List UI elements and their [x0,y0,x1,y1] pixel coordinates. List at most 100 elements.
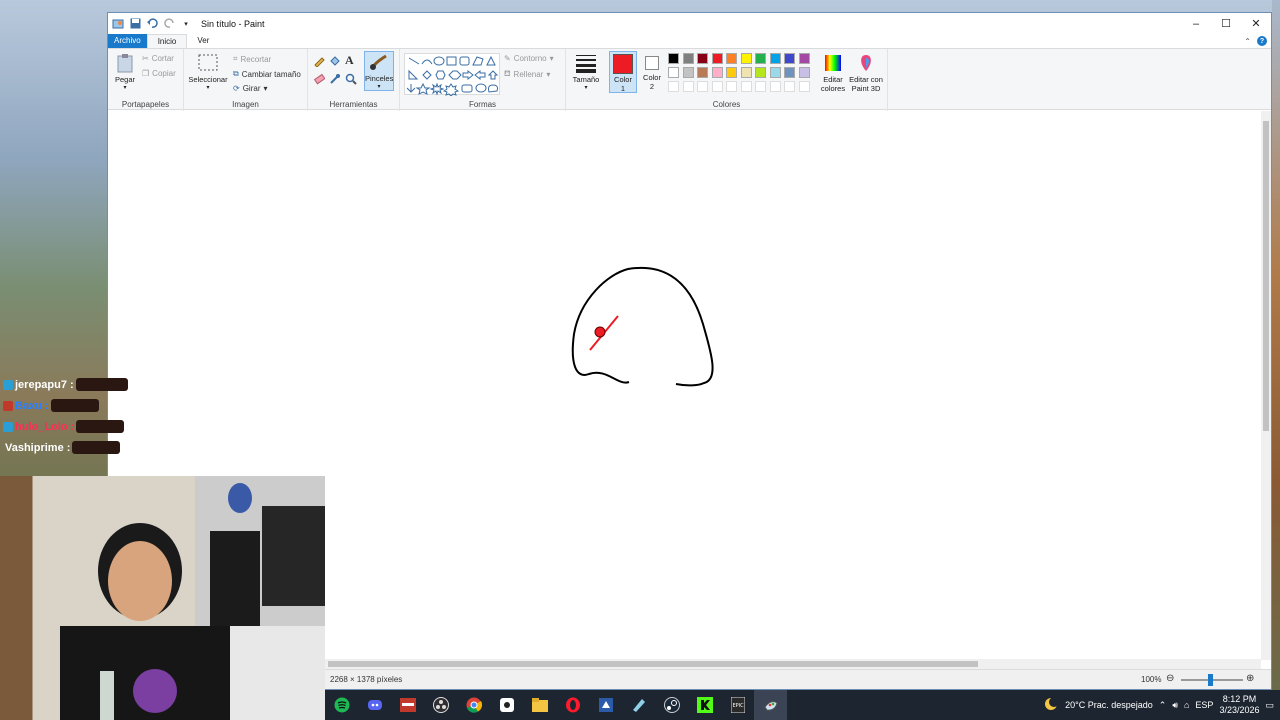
notifications-icon[interactable]: ▭ [1265,700,1274,711]
chrome-icon[interactable] [457,690,490,720]
color2-button[interactable]: Color 2 [640,51,664,93]
pencil-icon[interactable] [313,55,325,67]
rotate-button[interactable]: ⟳ Girar ▾ [233,84,268,93]
vertical-scroll-thumb[interactable] [1263,121,1269,431]
color1-swatch [613,54,633,74]
volume-icon[interactable]: 🔊︎ [1172,700,1178,711]
network-icon[interactable]: ⌂ [1184,700,1189,710]
language-indicator[interactable]: ESP [1195,700,1213,710]
palette-swatch[interactable] [726,53,737,64]
file-menu[interactable]: Archivo [108,34,147,48]
horizontal-scroll-thumb[interactable] [328,661,978,667]
palette-swatch[interactable] [740,67,752,78]
paint-taskbar-icon[interactable] [754,690,787,720]
discord-icon[interactable] [358,690,391,720]
edit-with-paint3d-button[interactable]: Editar con Paint 3D [844,53,888,93]
custom-color-slot[interactable] [668,81,679,92]
notepad-icon[interactable] [622,690,655,720]
palette-swatch[interactable] [711,67,723,78]
weather-text[interactable]: 20°C Prac. despejado [1065,700,1153,710]
crop-button[interactable]: ⌗ Recortar [233,54,271,64]
save-icon[interactable] [129,18,141,30]
app-blue-icon[interactable] [589,690,622,720]
custom-color-slot[interactable] [740,81,752,92]
undo-icon[interactable] [146,18,158,30]
shapes-gallery[interactable] [404,53,500,97]
brushes-button[interactable]: Pinceles ▾ [364,51,394,91]
palette-swatch[interactable] [798,53,810,64]
zoom-slider-thumb[interactable] [1208,674,1213,686]
custom-color-slot[interactable] [769,81,781,92]
help-icon[interactable]: ? [1257,36,1267,46]
copy-button[interactable]: ❐ Copiar [142,69,176,78]
palette-swatch[interactable] [668,53,679,64]
outline-button[interactable]: ✎ Contorno ▾ [504,54,554,63]
paint3d-icon [861,55,871,71]
palette-swatch[interactable] [769,67,781,78]
palette-swatch[interactable] [726,67,737,78]
clock[interactable]: 8:12 PM 3/23/2026 [1219,694,1259,716]
minimize-button[interactable]: – [1181,13,1211,34]
custom-color-slot[interactable] [755,81,766,92]
palette-swatch[interactable] [697,67,708,78]
eraser-icon[interactable] [313,73,325,85]
text-tool-icon[interactable]: A [345,53,354,68]
zoom-out-icon[interactable]: ⊖ [1166,673,1174,684]
app-red-icon[interactable] [391,690,424,720]
select-button[interactable]: Seleccionar ▾ [187,53,229,93]
tab-home[interactable]: Inicio [146,34,188,48]
zoom-in-icon[interactable]: ⊕ [1246,673,1254,684]
maximize-button[interactable]: ☐ [1211,13,1241,34]
palette-swatch[interactable] [784,53,795,64]
size-label: Tamaño [572,75,600,84]
custom-color-slot[interactable] [726,81,737,92]
resize-button[interactable]: ⧉ Cambiar tamaño [233,69,301,79]
custom-color-slot[interactable] [697,81,708,92]
image-dimensions: 2268 × 1378 píxeles [330,675,403,684]
select-dropdown-icon: ▾ [206,85,210,91]
fill-bucket-icon[interactable] [329,55,341,67]
obs-icon[interactable] [424,690,457,720]
palette-swatch[interactable] [697,53,708,64]
capture-app-icon[interactable] [490,690,523,720]
custom-color-slot[interactable] [711,81,723,92]
palette-swatch[interactable] [682,67,694,78]
tab-view[interactable]: Ver [187,34,219,48]
paste-button[interactable]: Pegar ▾ [112,53,138,93]
custom-color-slot[interactable] [682,81,694,92]
magnifier-icon[interactable] [345,73,357,85]
color-picker-icon[interactable] [329,73,341,85]
redacted-message [50,399,99,412]
palette-swatch[interactable] [798,67,810,78]
weather-icon[interactable] [1043,696,1060,714]
opera-icon[interactable] [556,690,589,720]
customize-quick-access-icon[interactable]: ▾ [180,18,192,30]
clipboard-group-label: Portapapeles [121,100,170,109]
kick-icon[interactable] [688,690,721,720]
size-button[interactable]: Tamaño ▾ [571,53,601,93]
palette-swatch[interactable] [682,53,694,64]
brush-icon [370,54,387,70]
custom-color-slot[interactable] [798,81,810,92]
fill-button[interactable]: ⛾ Rellenar ▾ [504,69,550,79]
palette-swatch[interactable] [755,53,766,64]
close-button[interactable]: ✕ [1241,13,1271,34]
collapse-ribbon-icon[interactable]: ⌃ [1244,37,1251,46]
color1-button[interactable]: Color 1 [609,51,637,93]
epic-games-icon[interactable]: EPIC [721,690,754,720]
cut-button[interactable]: ✂ Cortar [142,54,174,63]
palette-swatch[interactable] [740,53,752,64]
steam-icon[interactable] [655,690,688,720]
show-hidden-icons-icon[interactable]: ⌃ [1159,700,1167,711]
palette-swatch[interactable] [769,53,781,64]
palette-swatch[interactable] [784,67,795,78]
redo-icon[interactable] [163,18,175,30]
file-explorer-icon[interactable] [523,690,556,720]
custom-color-slot[interactable] [784,81,795,92]
palette-swatch[interactable] [755,67,766,78]
vertical-scrollbar[interactable] [1261,111,1271,660]
palette-swatch[interactable] [668,67,679,78]
palette-swatch[interactable] [711,53,723,64]
spotify-icon[interactable] [325,690,358,720]
webcam-overlay [0,476,325,720]
